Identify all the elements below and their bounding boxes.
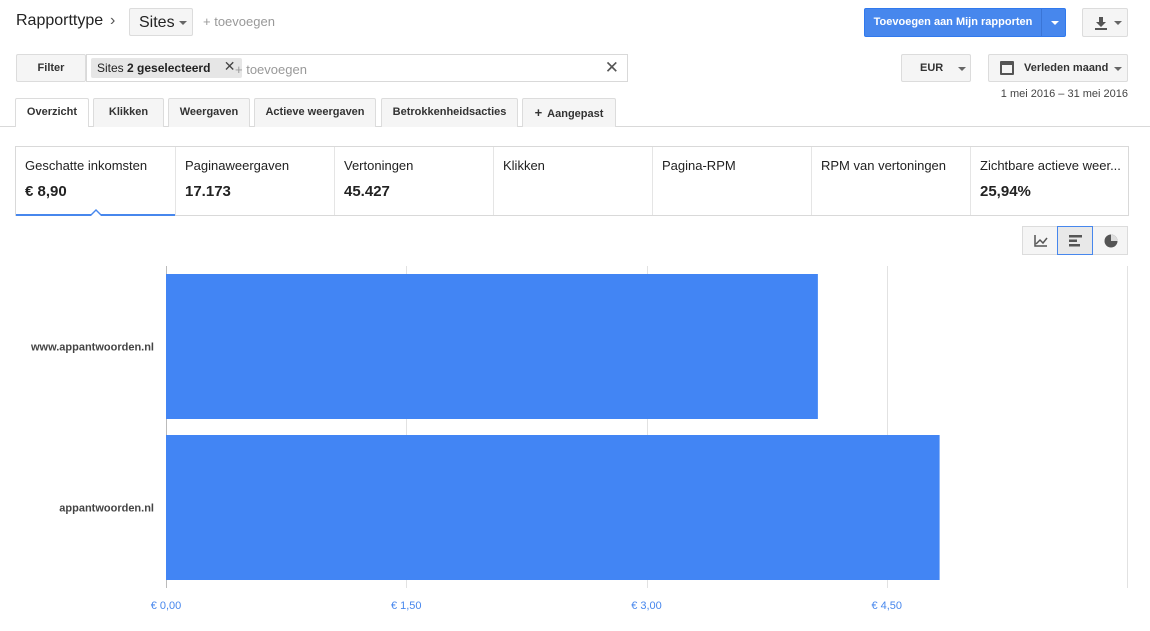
add-to-my-reports-button[interactable]: Toevoegen aan Mijn rapporten <box>864 8 1066 37</box>
metric-value: 17.173 <box>185 183 231 200</box>
caret-down-icon <box>958 67 966 71</box>
clear-filter-icon[interactable]: ✕ <box>605 58 619 78</box>
tab-aangepast-label: Aangepast <box>547 108 604 120</box>
plus-icon: + <box>534 105 543 120</box>
x-tick-label: € 0,00 <box>151 600 182 612</box>
line-chart-icon <box>1034 235 1048 247</box>
x-tick-label: € 3,00 <box>631 600 662 612</box>
dimension-dropdown-label: Sites <box>139 14 175 31</box>
metric-klikken[interactable]: Klikken <box>493 147 652 215</box>
pie-chart-toggle[interactable] <box>1092 226 1128 255</box>
currency-dropdown[interactable]: EUR <box>901 54 971 82</box>
metric-geschatte-inkomsten[interactable]: Geschatte inkomsten € 8,90 <box>16 147 175 216</box>
remove-chip-icon[interactable]: ✕ <box>224 59 236 73</box>
metric-value: 25,94% <box>980 183 1031 200</box>
currency-label: EUR <box>920 62 944 74</box>
calendar-icon <box>1000 61 1014 75</box>
bar[interactable] <box>166 435 940 580</box>
add-to-my-reports-label: Toevoegen aan Mijn rapporten <box>873 16 1033 28</box>
metric-value: 45.427 <box>344 183 390 200</box>
button-separator <box>1041 9 1042 36</box>
metric-name: Paginaweergaven <box>185 158 290 173</box>
caret-down-icon <box>1114 67 1122 71</box>
report-type-title: Rapporttype <box>16 12 104 29</box>
download-button[interactable] <box>1082 8 1128 37</box>
metric-name: Geschatte inkomsten <box>25 158 148 173</box>
tab-actieve-weergaven[interactable]: Actieve weergaven <box>254 98 376 127</box>
category-label: www.appantwoorden.nl <box>30 342 154 354</box>
metric-paginaweergaven[interactable]: Paginaweergaven 17.173 <box>175 147 334 215</box>
tab-betrokkenheidsacties[interactable]: Betrokkenheidsacties <box>381 98 518 127</box>
add-dimension-link[interactable]: + toevoegen <box>203 14 275 29</box>
tab-aangepast[interactable]: + Aangepast <box>522 98 616 127</box>
dimension-dropdown[interactable]: Sites <box>129 8 193 36</box>
metric-pagina-rpm[interactable]: Pagina-RPM <box>652 147 811 215</box>
x-tick-label: € 1,50 <box>391 600 422 612</box>
metric-name: Vertoningen <box>344 158 414 173</box>
breadcrumb-chevron-icon: › <box>110 12 116 29</box>
tab-overzicht[interactable]: Overzicht <box>15 98 89 127</box>
pie-chart-icon <box>1104 234 1118 248</box>
filter-chip-value: 2 geselecteerd <box>127 61 211 75</box>
filter-button[interactable]: Filter <box>16 54 86 82</box>
filter-input-box[interactable]: Sites 2 geselecteerd ✕ + toevoegen ✕ <box>86 54 628 82</box>
tab-klikken[interactable]: Klikken <box>93 98 164 127</box>
line-chart-toggle[interactable] <box>1022 226 1058 255</box>
metric-vertoningen[interactable]: Vertoningen 45.427 <box>334 147 493 215</box>
bar-chart-toggle[interactable] <box>1057 226 1093 255</box>
x-tick-label: € 4,50 <box>871 600 902 612</box>
metric-name: Zichtbare actieve weer... <box>980 158 1121 173</box>
filter-chip-prefix: Sites <box>97 61 124 75</box>
metrics-scorecard: Geschatte inkomsten € 8,90 Paginaweergav… <box>15 146 1129 216</box>
caret-down-icon <box>179 21 187 25</box>
selected-notch-icon <box>90 209 102 216</box>
metric-name: Pagina-RPM <box>662 158 736 173</box>
caret-down-icon[interactable] <box>1051 21 1059 25</box>
bar-chart: www.appantwoorden.nl appantwoorden.nl € 0,… <box>30 266 1128 612</box>
date-preset-label: Verleden maand <box>1024 62 1109 74</box>
bar-chart-icon <box>1069 235 1082 247</box>
metric-value: € 8,90 <box>25 183 67 200</box>
filter-add-link[interactable]: + toevoegen <box>235 62 307 77</box>
bar[interactable] <box>166 274 818 419</box>
download-icon <box>1095 17 1122 30</box>
filter-chip-sites[interactable]: Sites 2 geselecteerd ✕ <box>91 58 242 78</box>
tab-weergaven[interactable]: Weergaven <box>168 98 250 127</box>
date-range-text: 1 mei 2016 – 31 mei 2016 <box>1000 88 1128 100</box>
date-range-dropdown[interactable]: Verleden maand <box>988 54 1128 82</box>
metric-rpm-van-vertoningen[interactable]: RPM van vertoningen <box>811 147 970 215</box>
metric-name: Klikken <box>503 158 545 173</box>
metric-name: RPM van vertoningen <box>821 158 947 173</box>
metric-zichtbare-actieve-weergaven[interactable]: Zichtbare actieve weer... 25,94% <box>970 147 1128 215</box>
category-label: appantwoorden.nl <box>59 503 154 515</box>
